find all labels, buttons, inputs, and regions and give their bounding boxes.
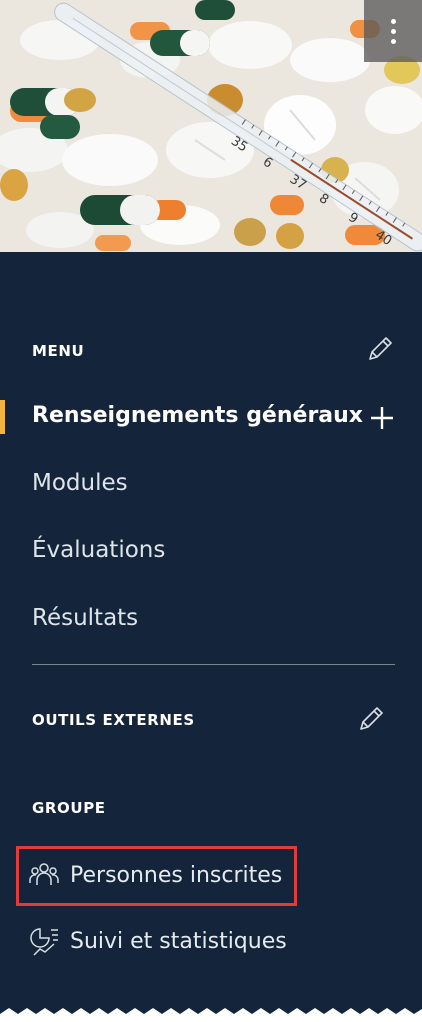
nav-item-evaluations[interactable]: Évaluations — [32, 537, 165, 563]
kebab-dot-icon — [390, 18, 396, 24]
header-image: 35 6 37 8 9 40 — [0, 0, 422, 252]
group-item-personnes-inscrites[interactable]: Personnes inscrites — [28, 859, 282, 891]
add-button[interactable] — [367, 403, 397, 433]
active-item-indicator — [0, 400, 5, 434]
menu-section-title: MENU — [32, 342, 85, 360]
nav-item-modules[interactable]: Modules — [32, 470, 128, 496]
sidebar-panel: 35 6 37 8 9 40 MENU Renseignements génér… — [0, 0, 422, 1022]
edit-external-tools-button[interactable] — [356, 704, 386, 734]
group-section-title: GROUPE — [32, 799, 106, 817]
group-item-label: Suivi et statistiques — [70, 928, 287, 954]
statistics-icon — [28, 925, 60, 957]
group-item-label: Personnes inscrites — [70, 862, 283, 888]
torn-edge — [0, 1008, 422, 1022]
section-divider — [32, 664, 395, 665]
kebab-dot-icon — [390, 38, 396, 44]
pencil-icon — [360, 707, 383, 730]
edit-menu-button[interactable] — [365, 334, 395, 364]
people-icon — [28, 859, 60, 891]
plus-icon — [371, 407, 393, 429]
nav-item-resultats[interactable]: Résultats — [32, 605, 138, 631]
group-item-suivi-statistiques[interactable]: Suivi et statistiques — [28, 925, 287, 957]
pills-photo: 35 6 37 8 9 40 — [0, 0, 422, 252]
nav-item-renseignements-generaux[interactable]: Renseignements généraux — [32, 403, 363, 428]
pencil-icon — [369, 337, 392, 360]
external-tools-section-title: OUTILS EXTERNES — [32, 711, 195, 729]
more-options-button[interactable] — [364, 0, 422, 62]
kebab-dot-icon — [390, 28, 396, 34]
